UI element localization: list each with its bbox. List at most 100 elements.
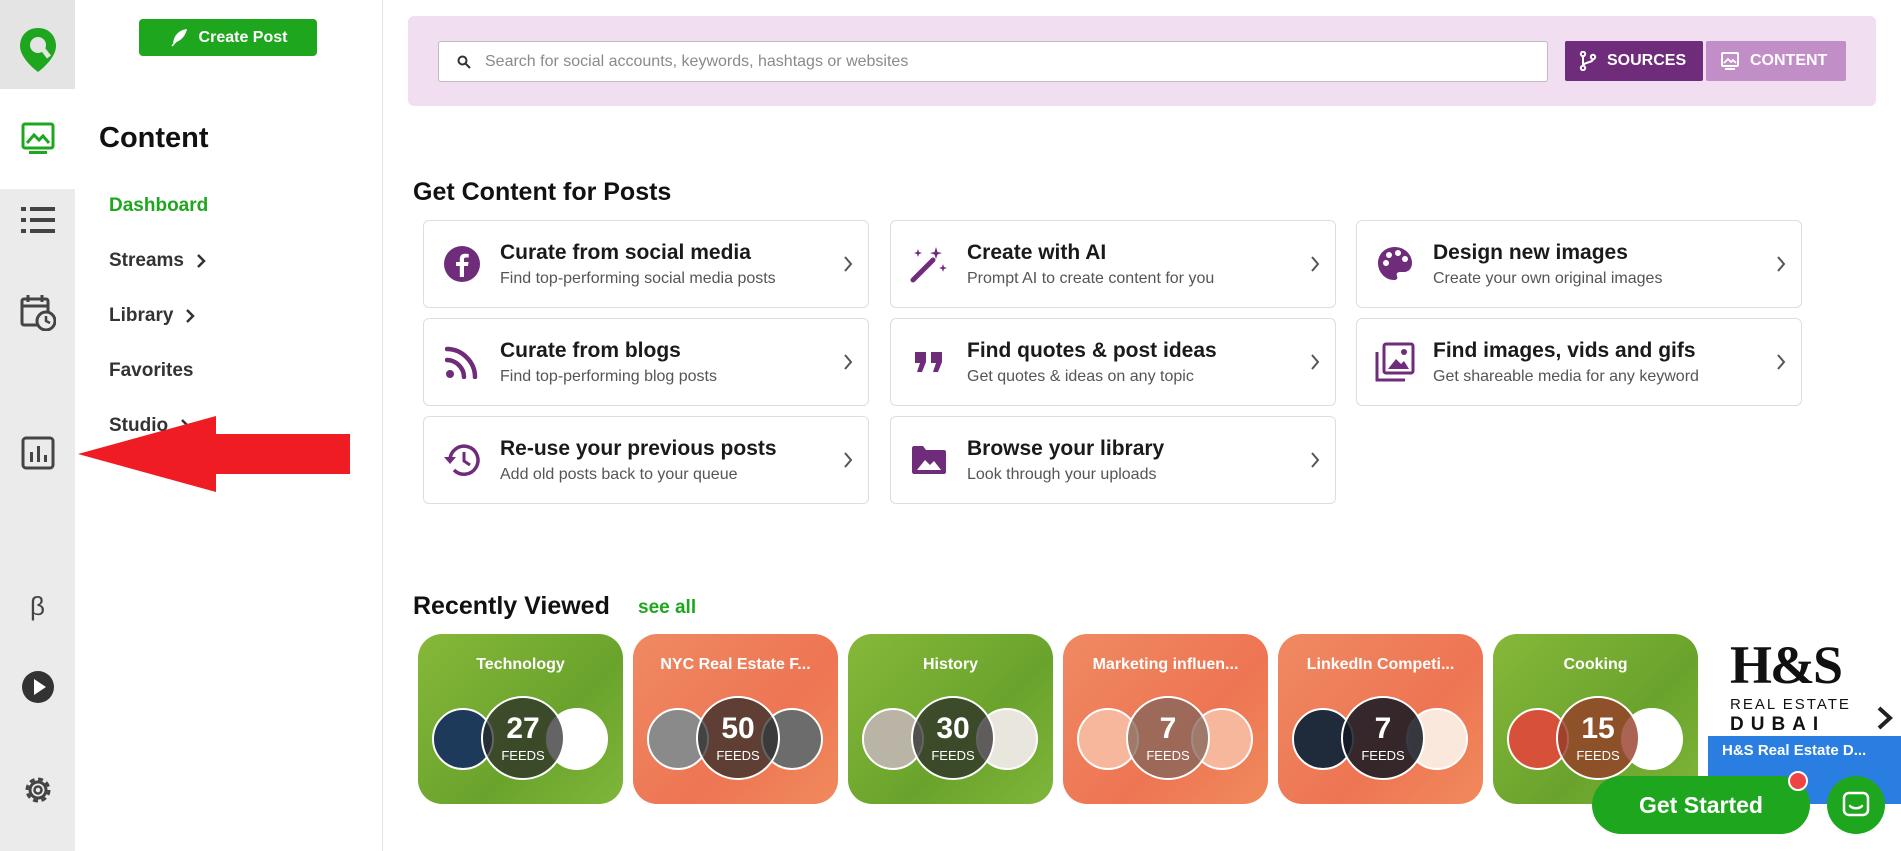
card-title: Create with AI bbox=[967, 240, 1107, 264]
sidebar-item-favorites[interactable]: Favorites bbox=[109, 360, 193, 382]
card-description: Create your own original images bbox=[1433, 269, 1663, 287]
stream-tile-marketing[interactable]: Marketing influen... 7 FEEDS bbox=[1063, 634, 1268, 804]
hs-logo-text: H&S bbox=[1730, 635, 1843, 695]
chat-launcher[interactable] bbox=[1827, 776, 1885, 834]
sidebar-item-dashboard[interactable]: Dashboard bbox=[109, 195, 208, 217]
icon-rail: β bbox=[0, 0, 75, 851]
content-image-icon bbox=[1721, 52, 1739, 70]
feed-count-badge: 15 FEEDS bbox=[1556, 696, 1640, 780]
card-curate-blogs[interactable]: Curate from blogs Find top-performing bl… bbox=[423, 318, 869, 406]
rail-queue[interactable] bbox=[0, 170, 75, 270]
card-design-images[interactable]: Design new images Create your own origin… bbox=[1356, 220, 1802, 308]
image-folder-icon bbox=[912, 446, 946, 474]
stream-title: Marketing influen... bbox=[1092, 656, 1239, 673]
sidebar-item-streams[interactable]: Streams bbox=[109, 250, 206, 272]
chevron-right-icon bbox=[197, 254, 206, 268]
chevron-right-icon bbox=[844, 452, 853, 468]
sidebar-item-label: Library bbox=[109, 305, 174, 326]
card-create-ai[interactable]: Create with AI Prompt AI to create conte… bbox=[890, 220, 1336, 308]
card-reuse-posts[interactable]: Re-use your previous posts Add old posts… bbox=[423, 416, 869, 504]
content-button[interactable]: CONTENT bbox=[1706, 41, 1846, 81]
carousel-next-icon[interactable] bbox=[1876, 705, 1894, 731]
content-label: CONTENT bbox=[1750, 52, 1828, 69]
feed-count: 7 bbox=[1374, 712, 1392, 745]
app-logo[interactable] bbox=[0, 0, 75, 100]
card-curate-social[interactable]: Curate from social media Find top-perfor… bbox=[423, 220, 869, 308]
card-find-quotes[interactable]: Find quotes & post ideas Get quotes & id… bbox=[890, 318, 1336, 406]
search-panel: SOURCES CONTENT bbox=[408, 16, 1876, 106]
stream-title: NYC Real Estate F... bbox=[660, 656, 811, 673]
sidebar-item-library[interactable]: Library bbox=[109, 305, 196, 327]
hs-logo-city: DUBAI bbox=[1730, 714, 1826, 735]
list-icon bbox=[20, 207, 55, 233]
card-description: Prompt AI to create content for you bbox=[967, 269, 1215, 287]
card-title: Curate from social media bbox=[500, 240, 751, 264]
search-field[interactable] bbox=[438, 41, 1548, 82]
feeds-label: FEEDS bbox=[1576, 748, 1620, 763]
card-title: Re-use your previous posts bbox=[500, 436, 777, 460]
rss-icon bbox=[445, 346, 478, 379]
card-title: Curate from blogs bbox=[500, 338, 681, 362]
sources-button[interactable]: SOURCES bbox=[1565, 41, 1703, 81]
stream-title: LinkedIn Competi... bbox=[1306, 656, 1455, 673]
magic-wand-icon bbox=[910, 247, 947, 283]
card-browse-library[interactable]: Browse your library Look through your up… bbox=[890, 416, 1336, 504]
create-post-button[interactable]: Create Post bbox=[139, 19, 317, 56]
stream-title: H&S Real Estate D... bbox=[1722, 742, 1867, 759]
facebook-icon bbox=[444, 246, 480, 282]
feed-count-badge: 7 FEEDS bbox=[1341, 696, 1425, 780]
chevron-right-icon bbox=[1777, 256, 1786, 272]
chat-icon bbox=[1842, 791, 1870, 817]
rail-schedule[interactable] bbox=[0, 262, 75, 362]
search-input[interactable] bbox=[485, 52, 1485, 71]
rail-settings[interactable] bbox=[0, 740, 75, 840]
card-title: Browse your library bbox=[967, 436, 1165, 460]
gear-icon bbox=[25, 777, 50, 803]
sidebar-item-label: Streams bbox=[109, 250, 184, 271]
get-started-button[interactable]: Get Started bbox=[1592, 776, 1810, 834]
card-find-images[interactable]: Find images, vids and gifs Get shareable… bbox=[1356, 318, 1802, 406]
card-description: Get shareable media for any keyword bbox=[1433, 367, 1699, 385]
sidebar-item-label: Favorites bbox=[109, 360, 194, 381]
card-description: Find top-performing social media posts bbox=[500, 269, 776, 287]
see-all-link[interactable]: see all bbox=[638, 597, 696, 619]
chevron-right-icon bbox=[844, 256, 853, 272]
images-icon bbox=[1375, 342, 1415, 382]
palette-icon bbox=[1378, 247, 1412, 280]
notification-dot bbox=[1788, 771, 1808, 791]
feed-count: 27 bbox=[506, 712, 540, 745]
card-description: Add old posts back to your queue bbox=[500, 465, 738, 483]
beta-icon: β bbox=[30, 590, 45, 621]
stream-tile-nyc-real-estate[interactable]: NYC Real Estate F... 50 FEEDS bbox=[633, 634, 838, 804]
chevron-right-icon bbox=[186, 309, 196, 323]
feed-count: 7 bbox=[1159, 712, 1177, 745]
card-title: Design new images bbox=[1433, 240, 1628, 264]
chevron-right-icon bbox=[1311, 354, 1320, 370]
stream-tile-history[interactable]: History 30 FEEDS bbox=[848, 634, 1053, 804]
analytics-icon bbox=[21, 436, 54, 470]
calendar-clock-icon bbox=[20, 295, 56, 331]
feeds-label: FEEDS bbox=[931, 748, 975, 763]
card-title: Find quotes & post ideas bbox=[967, 338, 1217, 362]
feed-count-badge: 50 FEEDS bbox=[696, 696, 780, 780]
feather-icon bbox=[170, 28, 187, 46]
feed-count: 30 bbox=[936, 712, 970, 745]
get-content-heading: Get Content for Posts bbox=[413, 178, 672, 206]
rail-analytics[interactable] bbox=[0, 403, 75, 503]
chevron-right-icon bbox=[1311, 256, 1320, 272]
feed-count-badge: 30 FEEDS bbox=[911, 696, 995, 780]
chevron-right-icon bbox=[1311, 452, 1320, 468]
search-icon bbox=[457, 55, 471, 69]
chevron-right-icon bbox=[1777, 354, 1786, 370]
sidebar-item-label: Dashboard bbox=[109, 195, 209, 216]
history-icon bbox=[444, 444, 480, 476]
feeds-label: FEEDS bbox=[716, 748, 760, 763]
feed-count: 15 bbox=[1581, 712, 1615, 745]
stream-tile-technology[interactable]: Technology 27 FEEDS bbox=[418, 634, 623, 804]
stream-tile-linkedin[interactable]: LinkedIn Competi... 7 FEEDS bbox=[1278, 634, 1483, 804]
stream-title: Technology bbox=[476, 656, 565, 673]
card-description: Find top-performing blog posts bbox=[500, 367, 717, 385]
card-description: Look through your uploads bbox=[967, 465, 1157, 483]
card-title: Find images, vids and gifs bbox=[1433, 338, 1696, 362]
rail-tutorials[interactable] bbox=[0, 637, 75, 737]
